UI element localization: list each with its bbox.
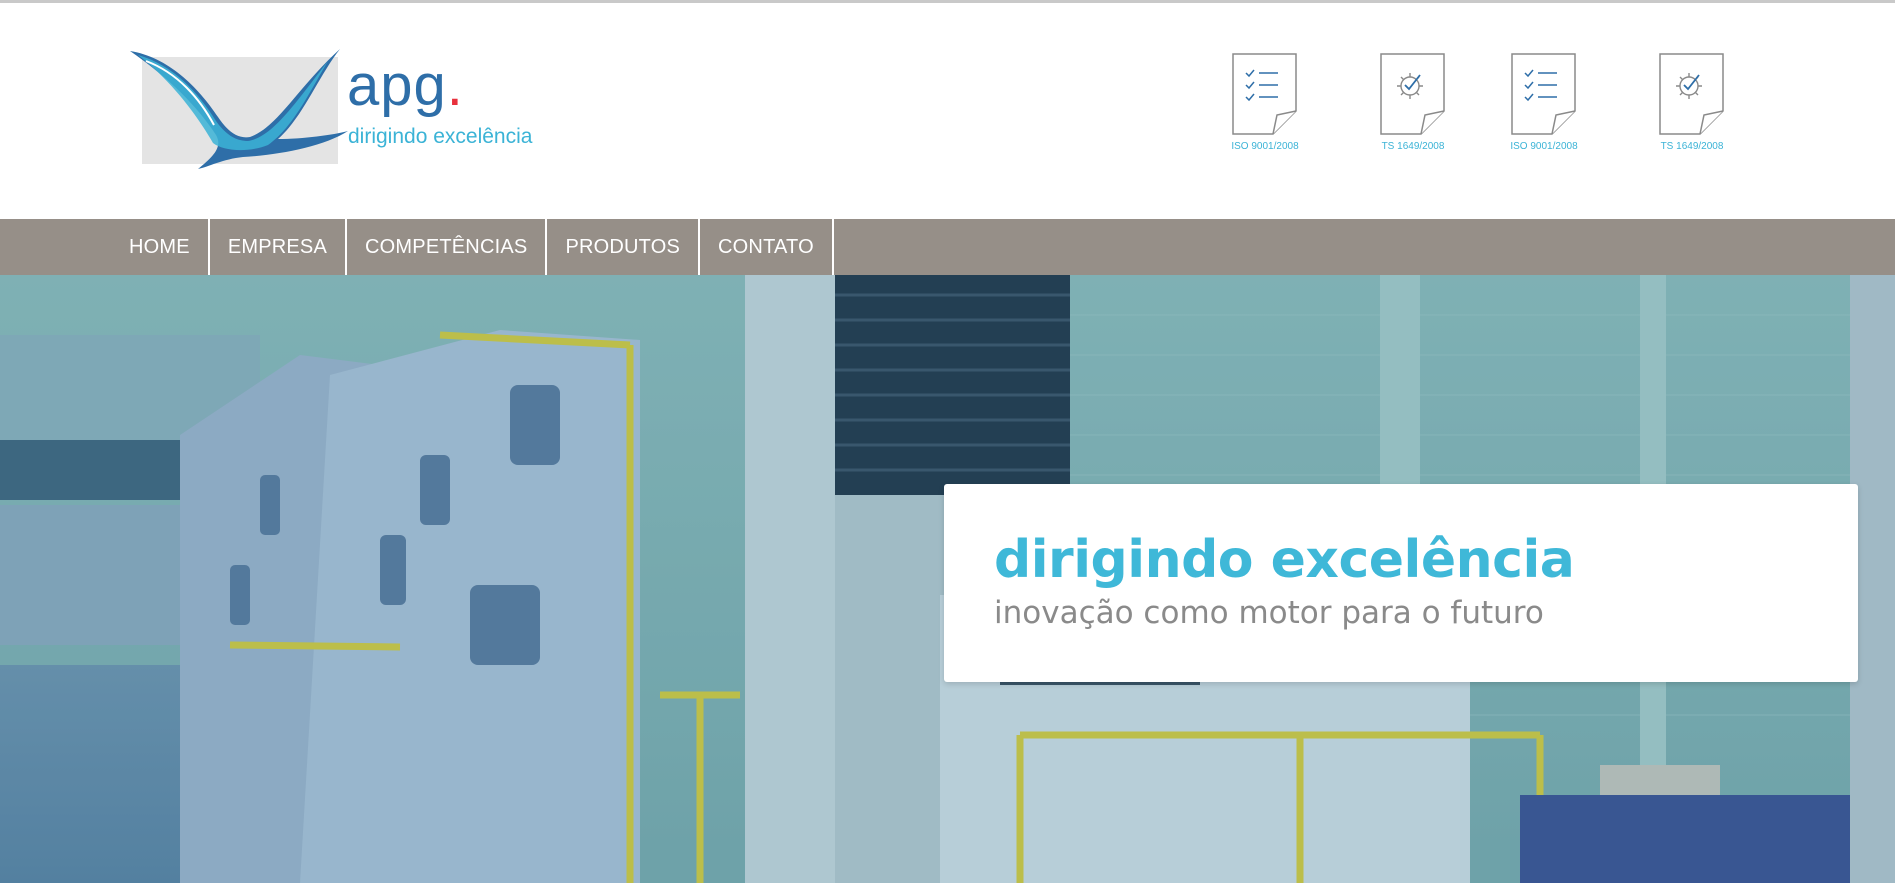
main-nav: HOME EMPRESA COMPETÊNCIAS PRODUTOS CONTATO [0, 219, 1895, 275]
gear-check-document-icon [1659, 53, 1724, 135]
brand-wordmark: apg. [347, 53, 464, 118]
nav-item-competencias[interactable]: COMPETÊNCIAS [347, 219, 548, 275]
nav-list: HOME EMPRESA COMPETÊNCIAS PRODUTOS CONTATO [112, 219, 834, 275]
brand-tagline: dirigindo excelência [348, 125, 533, 148]
hero-subtitle: inovação como motor para o futuro [994, 595, 1544, 631]
nav-item-empresa[interactable]: EMPRESA [210, 219, 348, 275]
certification-label: ISO 9001/2008 [1231, 141, 1299, 152]
certification-badge: TS 1649/2008 [1363, 53, 1463, 152]
certification-badge: ISO 9001/2008 [1215, 53, 1315, 152]
certification-label: ISO 9001/2008 [1510, 141, 1578, 152]
gear-check-document-icon [1380, 53, 1445, 135]
hero-banner: dirigindo excelência inovação como motor… [0, 275, 1895, 883]
brand-wordmark-dot: . [446, 53, 464, 118]
certification-badge: TS 1649/2008 [1642, 53, 1742, 152]
certification-badge: ISO 9001/2008 [1494, 53, 1594, 152]
certification-label: TS 1649/2008 [1381, 141, 1445, 152]
hero-title: dirigindo excelência [994, 530, 1575, 590]
site-header: apg. dirigindo excelência ISO 9001/2008 T… [0, 3, 1895, 219]
bird-logo-icon [130, 49, 348, 169]
certification-label: TS 1649/2008 [1660, 141, 1724, 152]
nav-item-contato[interactable]: CONTATO [700, 219, 834, 275]
checklist-document-icon [1511, 53, 1576, 135]
hero-card: dirigindo excelência inovação como motor… [944, 484, 1858, 682]
nav-item-produtos[interactable]: PRODUTOS [547, 219, 701, 275]
checklist-document-icon [1232, 53, 1297, 135]
brand-logo[interactable]: apg. dirigindo excelência [128, 47, 568, 177]
nav-item-home[interactable]: HOME [112, 219, 210, 275]
